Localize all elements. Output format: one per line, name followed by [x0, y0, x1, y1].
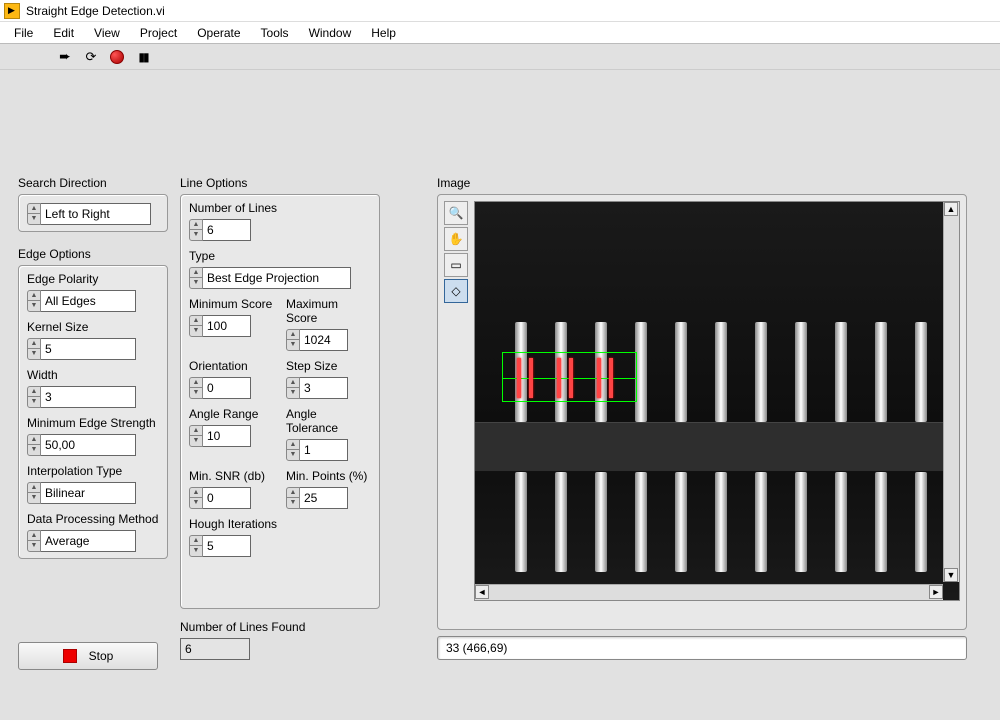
orientation-spinner[interactable]: ▲▼: [189, 377, 203, 399]
min-snr-spinner[interactable]: ▲▼: [189, 487, 203, 509]
interpolation-type-spinner[interactable]: ▲▼: [27, 482, 41, 504]
search-direction-spinner[interactable]: ▲▼: [27, 203, 41, 225]
image-status: 33 (466,69): [437, 636, 967, 660]
kernel-size-input[interactable]: [41, 338, 136, 360]
roi-overlay[interactable]: [502, 352, 637, 402]
titlebar: Straight Edge Detection.vi: [0, 0, 1000, 22]
stop-button[interactable]: Stop: [18, 642, 158, 670]
min-edge-strength-spinner[interactable]: ▲▼: [27, 434, 41, 456]
edge-polarity-value[interactable]: All Edges: [41, 290, 136, 312]
angle-range-input[interactable]: [203, 425, 251, 447]
data-processing-spinner[interactable]: ▲▼: [27, 530, 41, 552]
menubar: File Edit View Project Operate Tools Win…: [0, 22, 1000, 44]
width-spinner[interactable]: ▲▼: [27, 386, 41, 408]
interpolation-type-value[interactable]: Bilinear: [41, 482, 136, 504]
type-label: Type: [189, 249, 371, 263]
run-button[interactable]: ➨: [56, 48, 74, 66]
min-points-label: Min. Points (%): [286, 469, 371, 483]
angle-tolerance-input[interactable]: [300, 439, 348, 461]
num-lines-input[interactable]: [203, 219, 251, 241]
min-snr-input[interactable]: [203, 487, 251, 509]
min-points-spinner[interactable]: ▲▼: [286, 487, 300, 509]
rotated-rectangle-tool[interactable]: ◇: [444, 279, 468, 303]
orientation-label: Orientation: [189, 359, 274, 373]
orientation-input[interactable]: [203, 377, 251, 399]
lines-found-label: Number of Lines Found: [180, 620, 305, 634]
step-size-label: Step Size: [286, 359, 371, 373]
max-score-input[interactable]: [300, 329, 348, 351]
hough-iterations-label: Hough Iterations: [189, 517, 371, 531]
rectangle-tool[interactable]: ▭: [444, 253, 468, 277]
angle-range-spinner[interactable]: ▲▼: [189, 425, 203, 447]
lines-found-value: [180, 638, 250, 660]
step-size-input[interactable]: [300, 377, 348, 399]
menu-help[interactable]: Help: [361, 24, 406, 42]
min-edge-strength-label: Minimum Edge Strength: [27, 416, 159, 430]
image-status-text: 33 (466,69): [446, 641, 507, 655]
hough-iterations-spinner[interactable]: ▲▼: [189, 535, 203, 557]
type-spinner[interactable]: ▲▼: [189, 267, 203, 289]
vi-icon: [4, 3, 20, 19]
kernel-size-spinner[interactable]: ▲▼: [27, 338, 41, 360]
type-value[interactable]: Best Edge Projection: [203, 267, 351, 289]
menu-operate[interactable]: Operate: [187, 24, 250, 42]
menu-file[interactable]: File: [4, 24, 43, 42]
angle-tolerance-spinner[interactable]: ▲▼: [286, 439, 300, 461]
abort-button[interactable]: [108, 48, 126, 66]
min-score-input[interactable]: [203, 315, 251, 337]
min-edge-strength-input[interactable]: [41, 434, 136, 456]
data-processing-label: Data Processing Method: [27, 512, 159, 526]
stop-icon: [63, 649, 77, 663]
search-direction-label: Search Direction: [18, 176, 168, 190]
menu-tools[interactable]: Tools: [251, 24, 299, 42]
run-continuous-button[interactable]: ⟳: [82, 48, 100, 66]
hough-iterations-input[interactable]: [203, 535, 251, 557]
min-score-label: Minimum Score: [189, 297, 274, 311]
menu-project[interactable]: Project: [130, 24, 187, 42]
zoom-tool[interactable]: 🔍: [444, 201, 468, 225]
data-processing-value[interactable]: Average: [41, 530, 136, 552]
width-input[interactable]: [41, 386, 136, 408]
edge-polarity-label: Edge Polarity: [27, 272, 159, 286]
kernel-size-label: Kernel Size: [27, 320, 159, 334]
angle-range-label: Angle Range: [189, 407, 274, 421]
window-title: Straight Edge Detection.vi: [26, 4, 165, 18]
step-size-spinner[interactable]: ▲▼: [286, 377, 300, 399]
image-label: Image: [437, 176, 967, 190]
min-snr-label: Min. SNR (db): [189, 469, 274, 483]
toolbar: ➨ ⟳ ▮▮: [0, 44, 1000, 70]
scrollbar-vertical[interactable]: ▲ ▼: [943, 202, 959, 582]
pan-tool[interactable]: ✋: [444, 227, 468, 251]
scrollbar-horizontal[interactable]: ◄ ►: [475, 584, 943, 600]
angle-tolerance-label: Angle Tolerance: [286, 407, 371, 435]
edge-polarity-spinner[interactable]: ▲▼: [27, 290, 41, 312]
num-lines-spinner[interactable]: ▲▼: [189, 219, 203, 241]
min-points-input[interactable]: [300, 487, 348, 509]
interpolation-type-label: Interpolation Type: [27, 464, 159, 478]
edge-options-label: Edge Options: [18, 247, 168, 261]
image-display[interactable]: ▲ ▼ ◄ ►: [474, 201, 960, 601]
num-lines-label: Number of Lines: [189, 201, 371, 215]
pause-button[interactable]: ▮▮: [134, 48, 152, 66]
menu-edit[interactable]: Edit: [43, 24, 84, 42]
max-score-label: Maximum Score: [286, 297, 371, 325]
max-score-spinner[interactable]: ▲▼: [286, 329, 300, 351]
line-options-label: Line Options: [180, 176, 380, 190]
search-direction-value[interactable]: Left to Right: [41, 203, 151, 225]
menu-view[interactable]: View: [84, 24, 130, 42]
stop-label: Stop: [89, 649, 114, 663]
menu-window[interactable]: Window: [299, 24, 362, 42]
min-score-spinner[interactable]: ▲▼: [189, 315, 203, 337]
width-label: Width: [27, 368, 159, 382]
